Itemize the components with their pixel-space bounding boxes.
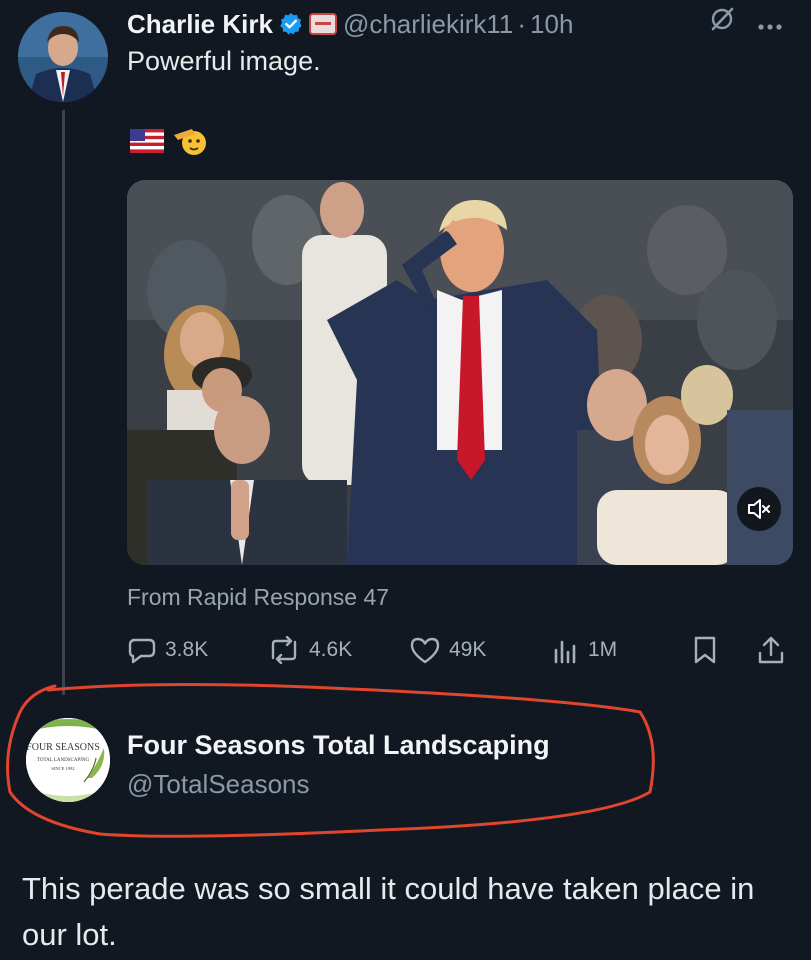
- saluting-face-icon: [172, 126, 208, 161]
- thread-line: [62, 110, 65, 695]
- media-source-label[interactable]: From Rapid Response 47: [127, 584, 389, 611]
- analytics-icon: [554, 640, 576, 664]
- time-separator: ·: [517, 8, 527, 39]
- reply-button[interactable]: 3.8K: [127, 632, 208, 668]
- like-button[interactable]: 49K: [409, 632, 486, 668]
- affiliation-badge-icon[interactable]: [308, 13, 337, 35]
- avatar-portrait: [18, 12, 108, 102]
- bookmark-icon: [694, 636, 716, 664]
- repost-button[interactable]: 4.6K: [267, 632, 352, 668]
- logo-title-text: FOUR SEASONS: [26, 742, 100, 753]
- tweet-text: Powerful image.: [127, 46, 321, 76]
- logo-since-text: SINCE 1992: [51, 766, 74, 771]
- reply-author-block: FOUR SEASONS TOTAL LANDSCAPING SINCE 199…: [0, 672, 811, 862]
- four-seasons-avatar[interactable]: FOUR SEASONS TOTAL LANDSCAPING SINCE 199…: [26, 718, 110, 802]
- author-avatar[interactable]: [18, 12, 108, 102]
- share-icon: [758, 636, 784, 664]
- bookmark-button[interactable]: [692, 632, 718, 668]
- action-bar: 3.8K 4.6K 49K 1M: [127, 632, 793, 668]
- reply-count: 3.8K: [165, 638, 209, 661]
- speaker-muted-icon: [748, 499, 770, 519]
- share-button[interactable]: [757, 632, 785, 668]
- author-name[interactable]: Charlie Kirk: [127, 9, 273, 40]
- flag-us-icon: [130, 129, 164, 158]
- views-button[interactable]: 1M: [552, 632, 617, 668]
- emoji-row: [130, 126, 208, 161]
- tweet-media-video[interactable]: [127, 180, 793, 565]
- repost-icon: [271, 636, 297, 664]
- verified-badge-icon: [279, 12, 303, 36]
- red-circle-annotation: [6, 682, 655, 838]
- reply-author-name[interactable]: Four Seasons Total Landscaping: [127, 730, 550, 761]
- grok-icon[interactable]: [709, 6, 735, 39]
- more-options-icon[interactable]: [757, 7, 783, 38]
- reply-author-handle[interactable]: @TotalSeasons: [127, 769, 310, 800]
- reply-icon: [128, 638, 156, 664]
- logo-subtitle-text: TOTAL LANDSCAPING: [37, 758, 90, 763]
- heart-icon: [410, 637, 440, 664]
- view-count: 1M: [588, 638, 618, 661]
- repost-count: 4.6K: [309, 638, 353, 661]
- tweet-header: Charlie Kirk @charliekirk11 · 10h: [127, 4, 791, 44]
- like-count: 49K: [449, 638, 487, 661]
- four-seasons-logo: FOUR SEASONS TOTAL LANDSCAPING SINCE 199…: [26, 718, 110, 802]
- author-handle[interactable]: @charliekirk11: [343, 9, 513, 40]
- mute-button[interactable]: [737, 487, 781, 531]
- reply-text: This perade was so small it could have t…: [22, 871, 755, 952]
- post-time[interactable]: 10h: [530, 9, 573, 40]
- video-frame-scene: [127, 180, 793, 565]
